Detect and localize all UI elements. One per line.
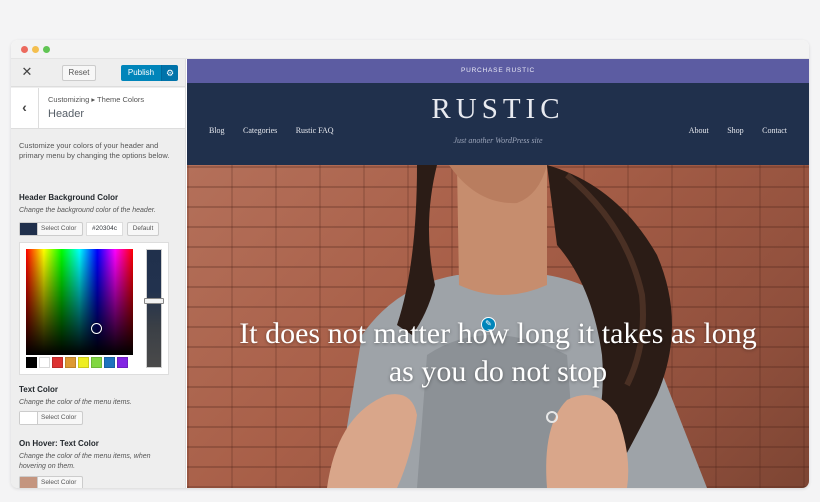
window-titlebar (11, 40, 809, 59)
palette-swatch-red[interactable] (52, 357, 63, 368)
site-header: Blog Categories Rustic FAQ RUSTIC Just a… (187, 83, 809, 165)
header-bg-color-title: Header Background Color (19, 193, 119, 202)
nav-link-contact[interactable]: Contact (762, 126, 787, 135)
header-bg-select-color-button[interactable]: Select Color (19, 222, 83, 236)
breadcrumb: Customizing ▸ Theme Colors (48, 95, 145, 104)
select-color-label: Select Color (41, 479, 77, 486)
palette-swatch-black[interactable] (26, 357, 37, 368)
minimize-window-dot[interactable] (32, 46, 39, 53)
reset-button[interactable]: Reset (62, 65, 96, 81)
section-header: ‹ Customizing ▸ Theme Colors Header (11, 88, 185, 129)
nav-link-about[interactable]: About (689, 126, 709, 135)
nav-link-categories[interactable]: Categories (243, 126, 277, 135)
close-icon[interactable]: ✕ (20, 64, 34, 80)
hero-headline: It does not matter how long it takes as … (239, 317, 757, 388)
chevron-left-icon[interactable]: ‹ (11, 88, 39, 129)
palette-swatch-yellow[interactable] (78, 357, 89, 368)
luminance-slider[interactable] (146, 249, 162, 368)
site-preview: PURCHASE RUSTIC Blog Categories Rustic F… (187, 59, 809, 488)
promo-bar[interactable]: PURCHASE RUSTIC (187, 59, 809, 83)
customizer-panel: ✕ Reset Publish ⚙ ‹ Customizing ▸ Theme … (11, 59, 186, 488)
hero-section: ✎ It does not matter how long it takes a… (187, 165, 809, 488)
close-window-dot[interactable] (21, 46, 28, 53)
primary-menu-right: About Shop Contact (675, 120, 787, 138)
palette-swatch-orange[interactable] (65, 357, 76, 368)
select-color-label: Select Color (41, 225, 77, 232)
luminance-slider-handle[interactable] (144, 298, 164, 304)
header-bg-color-desc: Change the background color of the heade… (19, 207, 156, 214)
browser-window: ✕ Reset Publish ⚙ ‹ Customizing ▸ Theme … (11, 40, 809, 488)
hover-color-select-button[interactable]: Select Color (19, 476, 83, 488)
text-color-swatch (20, 412, 38, 424)
picker-handle[interactable] (91, 323, 102, 334)
palette-swatch-purple[interactable] (117, 357, 128, 368)
nav-link-rustic-faq[interactable]: Rustic FAQ (296, 126, 334, 135)
header-bg-swatch (20, 223, 38, 235)
default-button[interactable]: Default (127, 222, 159, 236)
nav-link-shop[interactable]: Shop (727, 126, 743, 135)
section-title: Header (48, 108, 85, 120)
palette-swatch-blue[interactable] (104, 357, 115, 368)
color-picker (19, 242, 169, 375)
palette-swatch-white[interactable] (39, 357, 50, 368)
select-color-label: Select Color (41, 414, 77, 421)
text-color-select-button[interactable]: Select Color (19, 411, 83, 425)
publish-button[interactable]: Publish (121, 65, 161, 81)
gear-icon[interactable]: ⚙ (161, 65, 178, 81)
customizer-header: ✕ Reset Publish ⚙ (11, 59, 185, 87)
hover-color-swatch (20, 477, 38, 488)
text-color-desc: Change the color of the menu items. (19, 399, 132, 406)
maximize-window-dot[interactable] (43, 46, 50, 53)
text-color-title: Text Color (19, 385, 58, 394)
palette-swatch-green[interactable] (91, 357, 102, 368)
hover-text-color-title: On Hover: Text Color (19, 439, 99, 448)
hover-text-color-desc: Change the color of the menu items, when… (19, 453, 151, 470)
hex-color-input[interactable]: #20304c (86, 222, 123, 236)
nav-link-blog[interactable]: Blog (209, 126, 225, 135)
section-description: Customize your colors of your header and… (19, 141, 170, 160)
saturation-area[interactable] (26, 249, 133, 355)
